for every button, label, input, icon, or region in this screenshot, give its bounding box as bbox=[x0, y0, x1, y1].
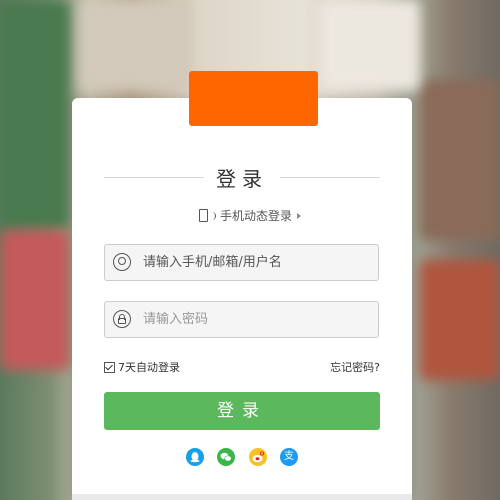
qq-icon[interactable] bbox=[186, 448, 204, 466]
signal-icon bbox=[210, 211, 216, 220]
password-field[interactable] bbox=[104, 301, 379, 338]
background-shape bbox=[0, 230, 70, 370]
forgot-password-link[interactable]: 忘记密码? bbox=[330, 359, 380, 375]
login-title-row: 登录 bbox=[104, 163, 380, 193]
chevron-right-icon bbox=[297, 212, 301, 219]
divider-right bbox=[280, 177, 380, 178]
background-shape bbox=[80, 0, 190, 90]
login-button[interactable]: 登录 bbox=[104, 392, 380, 430]
background-shape bbox=[0, 0, 70, 230]
dynamic-login-label: 手机动态登录 bbox=[219, 209, 292, 223]
card-footer bbox=[72, 494, 412, 500]
background-shape bbox=[320, 0, 420, 90]
user-icon bbox=[113, 253, 131, 271]
background-shape bbox=[420, 260, 500, 380]
username-field[interactable] bbox=[104, 244, 379, 281]
wechat-icon[interactable] bbox=[217, 448, 236, 466]
social-login-row: 支 bbox=[186, 448, 298, 466]
brand-logo bbox=[189, 71, 318, 126]
remember-checkbox[interactable] bbox=[104, 361, 115, 373]
weibo-icon[interactable] bbox=[248, 448, 267, 466]
login-card bbox=[72, 98, 412, 500]
username-input[interactable] bbox=[143, 245, 373, 280]
dynamic-login-link[interactable]: 手机动态登录 bbox=[0, 207, 500, 224]
password-input[interactable] bbox=[143, 302, 373, 337]
lock-icon bbox=[113, 310, 131, 328]
remember-label: 7天自动登录 bbox=[118, 361, 180, 374]
alipay-icon[interactable]: 支 bbox=[279, 448, 298, 466]
remember-me[interactable]: 7天自动登录 bbox=[104, 359, 180, 375]
phone-icon bbox=[198, 209, 208, 222]
